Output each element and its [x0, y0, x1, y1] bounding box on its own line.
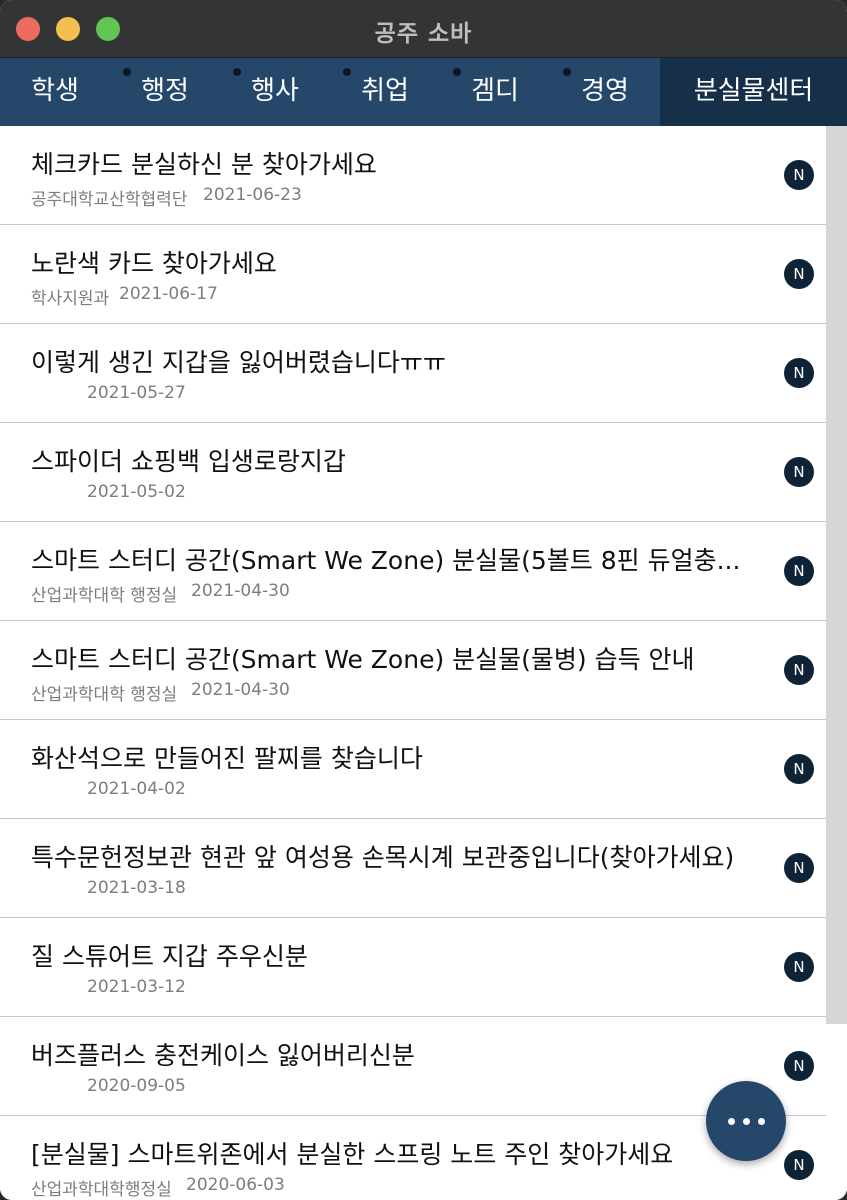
post-date: 2021-06-17	[119, 284, 218, 304]
tab-label: 학생	[31, 76, 79, 106]
post-date: 2020-09-05	[87, 1076, 186, 1096]
post-department: 공주대학교산학협력단	[31, 190, 188, 210]
new-dot-indicator	[453, 68, 461, 76]
new-badge: N	[784, 160, 814, 190]
list-item[interactable]: 스마트 스터디 공간(Smart We Zone) 분실물(물병) 습득 안내 …	[0, 621, 826, 720]
more-horizontal-icon	[728, 1118, 735, 1125]
list-item[interactable]: 화산석으로 만들어진 팔찌를 찾습니다 2021-04-02 N	[0, 720, 826, 819]
tab-events[interactable]: 행사	[220, 58, 330, 126]
list-item[interactable]: 노란색 카드 찾아가세요 학사지원과 2021-06-17 N	[0, 225, 826, 324]
more-horizontal-icon	[743, 1118, 750, 1125]
tab-label: 취업	[361, 76, 409, 106]
post-title: 화산석으로 만들어진 팔찌를 찾습니다	[31, 744, 423, 773]
category-tab-bar: 학생 행정 행사 취업 겜디 경영 분실물센터	[0, 58, 847, 126]
tab-student[interactable]: 학생	[0, 58, 110, 126]
new-badge: N	[784, 853, 814, 883]
title-bar: 공주 소바	[0, 0, 847, 58]
list-item[interactable]: [분실물] 스마트위존에서 분실한 스프링 노트 주인 찾아가세요 산업과학대학…	[0, 1116, 826, 1200]
post-title: [분실물] 스마트위존에서 분실한 스프링 노트 주인 찾아가세요	[31, 1140, 674, 1169]
post-date: 2021-03-18	[87, 878, 186, 898]
post-date: 2021-05-02	[87, 482, 186, 502]
tab-administration[interactable]: 행정	[110, 58, 220, 126]
post-department: 산업과학대학 행정실	[31, 586, 178, 606]
list-item[interactable]: 이렇게 생긴 지갑을 잃어버렸습니다ㅠㅠ 2021-05-27 N	[0, 324, 826, 423]
post-title: 버즈플러스 충전케이스 잃어버리신분	[31, 1041, 415, 1070]
more-options-button[interactable]	[706, 1081, 786, 1161]
post-date: 2021-04-02	[87, 779, 186, 799]
post-title: 특수문헌정보관 현관 앞 여성용 손목시계 보관중입니다(찾아가세요)	[31, 843, 735, 872]
window-title: 공주 소바	[374, 21, 473, 47]
new-dot-indicator	[563, 68, 571, 76]
new-badge: N	[784, 952, 814, 982]
post-title: 스마트 스터디 공간(Smart We Zone) 분실물(5볼트 8핀 듀얼충…	[31, 546, 741, 575]
list-item[interactable]: 스파이더 쇼핑백 입생로랑지갑 2021-05-02 N	[0, 423, 826, 522]
post-title: 노란색 카드 찾아가세요	[31, 249, 277, 278]
post-date: 2021-03-12	[87, 977, 186, 997]
post-department: 산업과학대학 행정실	[31, 685, 178, 705]
new-dot-indicator	[123, 68, 131, 76]
new-badge: N	[784, 1051, 814, 1081]
post-date: 2021-06-23	[203, 185, 302, 205]
tab-label: 경영	[581, 76, 629, 106]
post-title: 이렇게 생긴 지갑을 잃어버렸습니다ㅠㅠ	[31, 348, 446, 377]
new-badge: N	[784, 655, 814, 685]
post-title: 스마트 스터디 공간(Smart We Zone) 분실물(물병) 습득 안내	[31, 645, 695, 674]
new-badge: N	[784, 1150, 814, 1180]
new-badge: N	[784, 259, 814, 289]
post-date: 2021-04-30	[191, 581, 290, 601]
scrollbar-thumb[interactable]	[826, 126, 847, 1024]
post-title: 체크카드 분실하신 분 찾아가세요	[31, 150, 377, 179]
tab-label: 겜디	[471, 76, 519, 106]
new-badge: N	[784, 754, 814, 784]
post-date: 2021-04-30	[191, 680, 290, 700]
post-department: 산업과학대학행정실	[31, 1180, 172, 1200]
tab-game-design[interactable]: 겜디	[440, 58, 550, 126]
new-badge: N	[784, 556, 814, 586]
tab-lost-and-found[interactable]: 분실물센터	[660, 58, 847, 126]
post-department: 학사지원과	[31, 289, 110, 309]
list-item[interactable]: 스마트 스터디 공간(Smart We Zone) 분실물(5볼트 8핀 듀얼충…	[0, 522, 826, 621]
list-item[interactable]: 버즈플러스 충전케이스 잃어버리신분 2020-09-05 N	[0, 1017, 826, 1116]
tab-employment[interactable]: 취업	[330, 58, 440, 126]
vertical-scrollbar[interactable]	[826, 126, 847, 1200]
more-horizontal-icon	[758, 1118, 765, 1125]
tab-label: 분실물센터	[693, 76, 814, 106]
post-date: 2021-05-27	[87, 383, 186, 403]
list-item[interactable]: 체크카드 분실하신 분 찾아가세요 공주대학교산학협력단 2021-06-23 …	[0, 126, 826, 225]
tab-label: 행정	[141, 76, 189, 106]
post-date: 2020-06-03	[186, 1175, 285, 1195]
new-badge: N	[784, 457, 814, 487]
tab-label: 행사	[251, 76, 299, 106]
new-dot-indicator	[343, 68, 351, 76]
new-dot-indicator	[233, 68, 241, 76]
post-list: 체크카드 분실하신 분 찾아가세요 공주대학교산학협력단 2021-06-23 …	[0, 126, 826, 1200]
app-window: 공주 소바 학생 행정 행사 취업 겜디 경영 분실물센터 체크카드 분실하신 …	[0, 0, 847, 1200]
post-title: 질 스튜어트 지갑 주우신분	[31, 942, 308, 971]
post-title: 스파이더 쇼핑백 입생로랑지갑	[31, 447, 346, 476]
new-badge: N	[784, 358, 814, 388]
list-item[interactable]: 특수문헌정보관 현관 앞 여성용 손목시계 보관중입니다(찾아가세요) 2021…	[0, 819, 826, 918]
list-item[interactable]: 질 스튜어트 지갑 주우신분 2021-03-12 N	[0, 918, 826, 1017]
tab-business[interactable]: 경영	[550, 58, 660, 126]
